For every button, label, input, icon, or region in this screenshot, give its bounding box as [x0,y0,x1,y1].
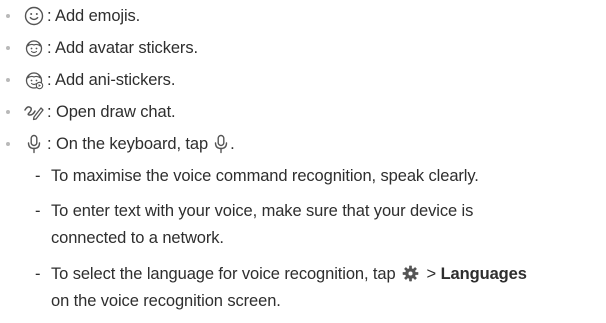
dash-marker: - [35,265,41,283]
list-item-emojis: : Add emojis. [0,2,140,30]
greater-than-sign: > [426,265,437,283]
item-text: : Add emojis. [47,6,141,25]
sub-item-text: To select the language for voice recogni… [51,261,601,315]
dash-marker: - [35,167,41,185]
list-item-voice-input: : On the keyboard, tap . [0,130,235,158]
document-page: : Add emojis. : Add avatar stickers.: A… [0,0,606,323]
item-text: : Open draw chat. [47,102,176,121]
list-item-avatar-stickers: : Add avatar stickers. [0,34,198,62]
item-text: : On the keyboard, tap [47,134,209,153]
sub-item-languages: - To select the language for voice recog… [35,261,601,315]
sub-item-line2: connected to a network. [51,229,224,247]
microphone-icon [23,133,45,155]
sub-item-before: To select the language for voice recogni… [51,265,396,283]
sub-item-text: To maximise the voice command recognitio… [51,167,479,185]
languages-label: Languages [440,265,527,283]
ani-sticker-icon [23,69,45,91]
sub-item-network: - To enter text with your voice, make su… [35,198,601,252]
gear-icon [402,265,419,282]
item-suffix: . [230,134,235,153]
list-item-draw-chat: : Open draw chat. [0,98,176,126]
item-text: : Add avatar stickers. [47,38,198,57]
list-item-ani-stickers: : Add ani-stickers. [0,66,175,94]
dash-marker: - [35,202,41,220]
sub-item-line1: To enter text with your voice, make sure… [51,202,474,220]
avatar-sticker-icon [23,37,45,59]
sub-item-speak-clearly: - To maximise the voice command recognit… [35,163,601,190]
item-text: : Add ani-stickers. [47,70,176,89]
bullet-dot [6,110,10,114]
smiley-face-icon [23,5,45,27]
draw-chat-icon [23,101,45,123]
sub-item-text: To enter text with your voice, make sure… [51,198,601,252]
sub-item-line2: on the voice recognition screen. [51,292,281,310]
bullet-dot [6,46,10,50]
bullet-dot [6,14,10,18]
bullet-dot [6,78,10,82]
bullet-dot [6,142,10,146]
microphone-icon [212,134,230,154]
